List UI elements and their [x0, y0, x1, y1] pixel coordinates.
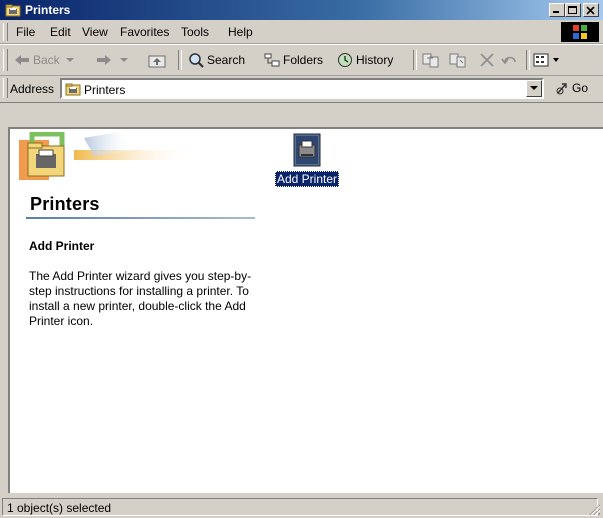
menu-bar: File Edit View Favorites Tools Help	[0, 21, 603, 44]
maximize-icon	[568, 6, 577, 14]
folders-label: Folders	[283, 53, 324, 67]
undo-button[interactable]	[501, 50, 522, 70]
status-bar: 1 object(s) selected	[0, 496, 603, 518]
menu-edit[interactable]: Edit	[50, 25, 71, 39]
folder-view[interactable]: Printers Add Printer The Add Printer wiz…	[8, 127, 603, 493]
address-bar: Address Printers Go	[0, 75, 603, 103]
chevron-down-icon	[530, 86, 538, 90]
views-icon	[533, 53, 549, 67]
address-value: Printers	[84, 83, 126, 97]
back-label: Back	[33, 53, 60, 67]
toolbar-separator	[413, 50, 417, 70]
address-label: Address	[10, 82, 55, 96]
add-printer-icon	[293, 133, 321, 167]
delete-icon	[480, 53, 494, 67]
toolbar-separator	[178, 50, 182, 70]
views-button[interactable]	[533, 50, 563, 70]
forward-button[interactable]	[96, 50, 132, 70]
selected-item-title: Add Printer	[29, 239, 95, 253]
address-field[interactable]: Printers	[60, 78, 544, 99]
forward-dropdown-icon	[120, 58, 128, 62]
selected-item-description: The Add Printer wizard gives you step-by…	[29, 269, 252, 328]
title-bar[interactable]: Printers	[0, 0, 603, 20]
menu-favorites[interactable]: Favorites	[120, 25, 169, 39]
add-printer-label: Add Printer	[274, 171, 340, 187]
search-button[interactable]: Search	[188, 50, 245, 70]
menu-help[interactable]: Help	[228, 25, 253, 39]
folders-icon	[264, 53, 280, 67]
minimize-button[interactable]	[549, 3, 565, 17]
resize-grip-icon[interactable]	[589, 504, 601, 516]
go-label: Go	[572, 81, 589, 95]
menu-view[interactable]: View	[82, 25, 108, 39]
folders-button[interactable]: Folders	[264, 50, 323, 70]
printers-folder-icon	[65, 83, 81, 96]
menu-bar-grip[interactable]	[3, 23, 8, 41]
history-label: History	[356, 53, 394, 67]
explorer-window: Printers File Edit View Favorites Tools …	[0, 0, 603, 518]
menu-tools[interactable]: Tools	[181, 25, 209, 39]
menu-file[interactable]: File	[16, 25, 35, 39]
address-bar-grip[interactable]	[3, 78, 8, 98]
address-dropdown-button[interactable]	[526, 80, 542, 97]
delete-button[interactable]	[479, 50, 498, 70]
minimize-icon	[553, 11, 559, 13]
search-label: Search	[207, 53, 246, 67]
close-icon	[586, 6, 595, 15]
go-button[interactable]: Go	[556, 81, 588, 95]
close-button[interactable]	[583, 3, 599, 17]
history-button[interactable]: History	[337, 50, 393, 70]
maximize-button[interactable]	[565, 3, 581, 17]
copy-to-icon	[449, 53, 466, 68]
views-dropdown-icon	[553, 58, 559, 62]
status-text: 1 object(s) selected	[7, 501, 112, 515]
go-arrow-icon	[556, 83, 567, 95]
back-arrow-icon	[15, 55, 29, 65]
folder-title: Printers	[30, 194, 100, 214]
status-pane: 1 object(s) selected	[2, 498, 598, 516]
move-to-button[interactable]	[422, 50, 443, 70]
window-title: Printers	[25, 3, 71, 17]
move-to-icon	[422, 53, 439, 68]
printers-folder-icon	[5, 4, 21, 17]
back-button[interactable]: Back	[14, 50, 78, 70]
search-icon	[189, 53, 204, 68]
forward-arrow-icon	[97, 55, 111, 65]
copy-to-button[interactable]	[449, 50, 470, 70]
back-dropdown-icon	[65, 58, 74, 62]
toolbar-grip[interactable]	[3, 49, 8, 71]
up-folder-icon	[148, 55, 166, 68]
toolbar-separator	[526, 50, 530, 70]
add-printer-item[interactable]: Add Printer	[272, 132, 342, 187]
up-folder-button[interactable]	[148, 50, 169, 70]
windows-logo	[561, 22, 599, 42]
history-icon	[338, 53, 352, 67]
windows-flag-icon	[573, 25, 587, 39]
standard-toolbar: Back Search Folders History	[0, 44, 603, 76]
folder-title-divider	[26, 217, 255, 219]
undo-icon	[501, 56, 516, 65]
printers-banner-icon	[19, 131, 194, 180]
